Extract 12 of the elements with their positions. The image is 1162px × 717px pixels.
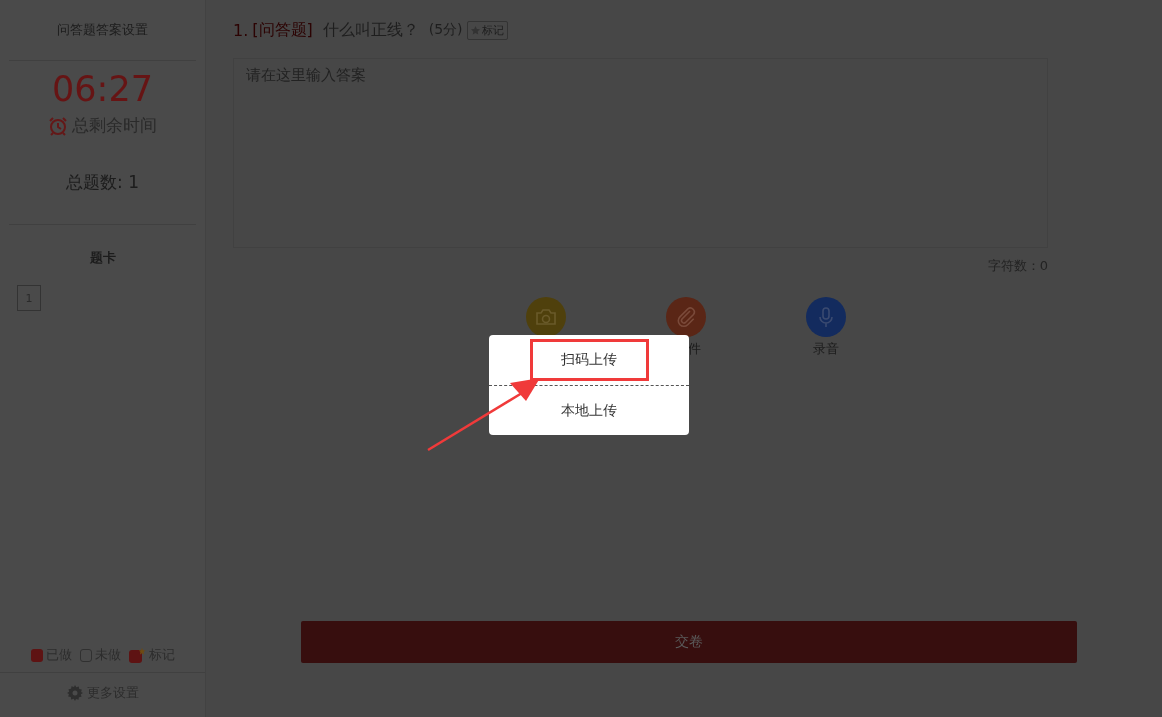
- camera-icon[interactable]: [526, 297, 566, 337]
- question-number: 1.: [233, 20, 249, 40]
- paperclip-icon[interactable]: [666, 297, 706, 337]
- answered-swatch-icon: [30, 648, 43, 662]
- alarm-clock-icon: [48, 115, 68, 136]
- submit-button[interactable]: 交卷: [301, 621, 1077, 663]
- upload-option[interactable]: 扫码上传: [529, 339, 649, 381]
- question-type: [问答题]: [252, 19, 313, 41]
- settings-icon: [66, 685, 83, 701]
- marked-swatch-icon: [128, 647, 146, 663]
- unanswered-swatch-icon: [79, 648, 92, 662]
- upload-option[interactable]: 本地上传: [529, 389, 649, 432]
